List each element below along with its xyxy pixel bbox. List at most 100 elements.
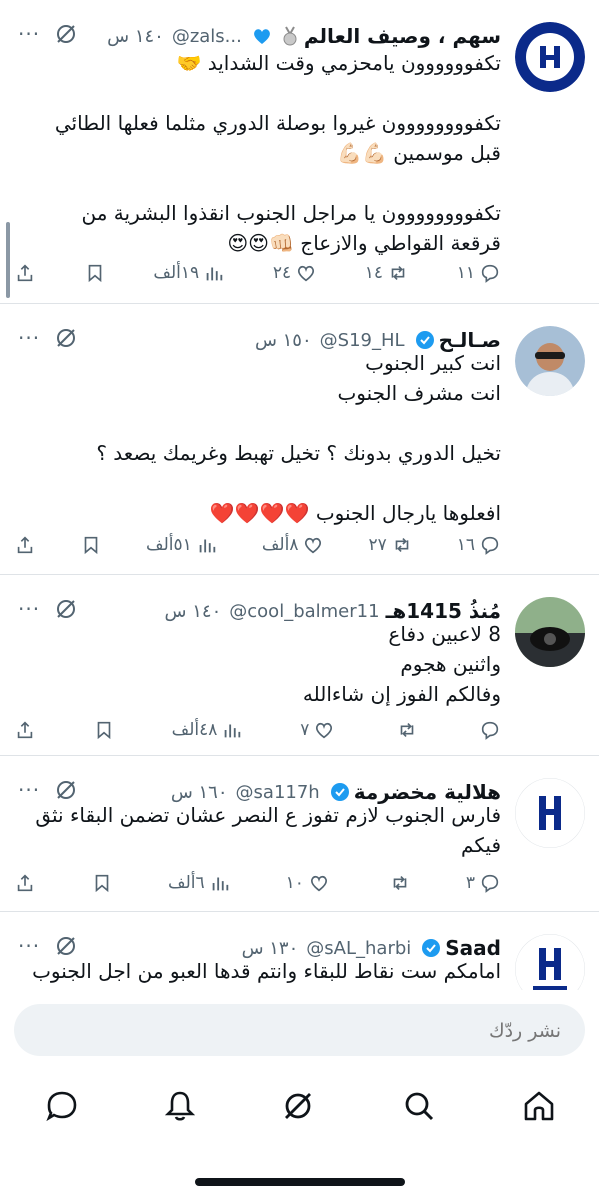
heart-icon	[316, 722, 333, 739]
views-button[interactable]: ١٩ألف	[153, 262, 225, 284]
like-count: ٢٤	[272, 263, 292, 283]
text-line: فارس الجنوب لازم تفوز ع النصر عشان تضمن …	[35, 803, 501, 827]
bell-icon	[164, 1091, 196, 1121]
bookmark-button[interactable]	[91, 872, 113, 894]
like-button[interactable]: ٢٤	[273, 262, 317, 284]
text-line: امامكم ست نقاط للبقاء وانتم قدها العبو م…	[32, 959, 501, 983]
bookmark-button[interactable]	[80, 534, 102, 556]
retweet-button[interactable]	[385, 872, 411, 894]
views-icon	[199, 539, 216, 553]
reply-input[interactable]	[39, 1004, 563, 1058]
search-icon	[405, 1092, 434, 1121]
grok-icon[interactable]	[54, 326, 78, 350]
tweet-text: تكفوووووون يامحزمي وقت الشدايد 🤝 تكفوووو…	[18, 48, 501, 258]
home-indicator[interactable]	[195, 1178, 405, 1186]
tweet-text: 8 لاعبين دفاع واثنين هجوم وفالكم الفوز إ…	[18, 619, 501, 709]
view-count: ١٩ألف	[153, 263, 200, 283]
retweet-button[interactable]	[392, 719, 418, 741]
grok-icon[interactable]	[54, 934, 78, 958]
tweet[interactable]: Saad @sAL_harbi ١٣٠ س ··· امامكم ست نقاط…	[0, 912, 599, 990]
share-icon	[17, 721, 33, 739]
share-icon	[17, 536, 33, 554]
text-line: 8 لاعبين دفاع	[388, 622, 501, 646]
tweet-text: فارس الجنوب لازم تفوز ع النصر عشان تضمن …	[18, 800, 501, 860]
avatar[interactable]	[515, 778, 585, 848]
text-line	[18, 78, 501, 108]
bookmark-icon	[95, 874, 109, 893]
like-button[interactable]: ٨ألف	[262, 534, 325, 556]
share-button[interactable]	[14, 262, 36, 284]
tab-messages[interactable]	[40, 1084, 84, 1128]
share-button[interactable]	[14, 872, 36, 894]
retweet-button[interactable]: ١٤	[365, 262, 409, 284]
views-button[interactable]: ٥١ألف	[146, 534, 218, 556]
tab-home[interactable]	[517, 1084, 561, 1128]
retweet-icon	[400, 722, 414, 738]
home-icon	[524, 1091, 554, 1121]
bookmark-button[interactable]	[93, 719, 115, 741]
text-line: وفالكم الفوز إن شاءالله	[302, 682, 501, 706]
verified-icon	[330, 782, 350, 802]
display-name[interactable]: سهم ، وصيف العالم	[304, 24, 501, 48]
share-button[interactable]	[14, 534, 36, 556]
more-options-icon[interactable]: ···	[18, 599, 40, 619]
bookmark-button[interactable]	[84, 262, 106, 284]
tab-notifications[interactable]	[158, 1084, 202, 1128]
views-icon	[225, 724, 241, 738]
text-line: افعلوها يارجال الجنوب ❤️❤️❤️❤️	[209, 501, 501, 525]
share-button[interactable]	[14, 719, 36, 741]
views-button[interactable]: ٦ألف	[168, 872, 231, 894]
tweet-text: امامكم ست نقاط للبقاء وانتم قدها العبو م…	[18, 956, 501, 986]
tweet[interactable]: مُنذُ 1415هـ @cool_balmer11 ١٤٠ س ··· 8 …	[0, 575, 599, 756]
views-button[interactable]: ٤٨ألف	[172, 719, 244, 741]
medal-icon	[280, 26, 300, 46]
grok-icon[interactable]	[54, 22, 78, 46]
tweet[interactable]: هلالية مخضرمة @sa117h ١٦٠ س ··· فارس الج…	[0, 756, 599, 912]
tweet-actions: ١٦ ٢٧ ٨ألف ٥١ألف	[14, 530, 501, 560]
user-handle[interactable]: @zals...	[172, 26, 242, 47]
tab-grok[interactable]	[276, 1084, 320, 1128]
share-icon	[17, 264, 33, 282]
timestamp[interactable]: ١٤٠ س	[107, 26, 164, 47]
tweet[interactable]: سهم ، وصيف العالم @zals... ١٤٠ س ··· تكف…	[0, 0, 599, 304]
reply-button[interactable]: ١١	[457, 262, 501, 284]
view-count: ٥١ألف	[146, 535, 192, 555]
reply-button[interactable]: ١٦	[457, 534, 501, 556]
heart-icon	[298, 265, 315, 282]
verified-icon	[421, 938, 441, 958]
avatar[interactable]	[515, 326, 585, 396]
views-icon	[206, 267, 223, 281]
reply-button[interactable]: ٣	[466, 872, 501, 894]
retweet-icon	[395, 537, 409, 553]
view-count: ٦ألف	[167, 873, 205, 893]
like-button[interactable]: ٧	[300, 719, 335, 741]
avatar[interactable]	[515, 597, 585, 667]
text-line	[18, 168, 501, 198]
more-options-icon[interactable]: ···	[18, 328, 40, 348]
reply-button[interactable]	[475, 719, 501, 741]
more-options-icon[interactable]: ···	[18, 24, 40, 44]
reply-composer[interactable]	[14, 1004, 585, 1058]
like-count: ٧	[300, 720, 310, 740]
retweet-button[interactable]: ٢٧	[368, 534, 412, 556]
more-options-icon[interactable]: ···	[18, 780, 40, 800]
like-count: ١٠	[285, 873, 304, 893]
grok-icon[interactable]	[54, 597, 78, 621]
tweet[interactable]: صـالـح @S19_HL ١٥٠ س ··· انت كبير الجنوب…	[0, 304, 599, 575]
heart-icon	[305, 537, 322, 554]
text-line: قبل موسمين 💪🏻💪🏻	[337, 141, 501, 165]
retweet-icon	[393, 875, 407, 891]
retweet-icon	[391, 265, 405, 281]
tab-search[interactable]	[397, 1084, 441, 1128]
tweet-actions: ١١ ١٤ ٢٤ ١٩ألف	[14, 258, 501, 288]
avatar[interactable]	[515, 934, 585, 990]
text-line: تخيل الدوري بدونك ؟ تخيل تهبط وغريمك يصع…	[96, 441, 501, 465]
reply-count: ١٦	[456, 535, 475, 555]
messages-icon	[46, 1091, 77, 1122]
avatar[interactable]	[515, 22, 585, 92]
grok-icon[interactable]	[54, 778, 78, 802]
views-icon	[212, 877, 228, 891]
like-button[interactable]: ١٠	[286, 872, 330, 894]
blue-heart-icon	[252, 26, 272, 46]
more-options-icon[interactable]: ···	[18, 936, 40, 956]
